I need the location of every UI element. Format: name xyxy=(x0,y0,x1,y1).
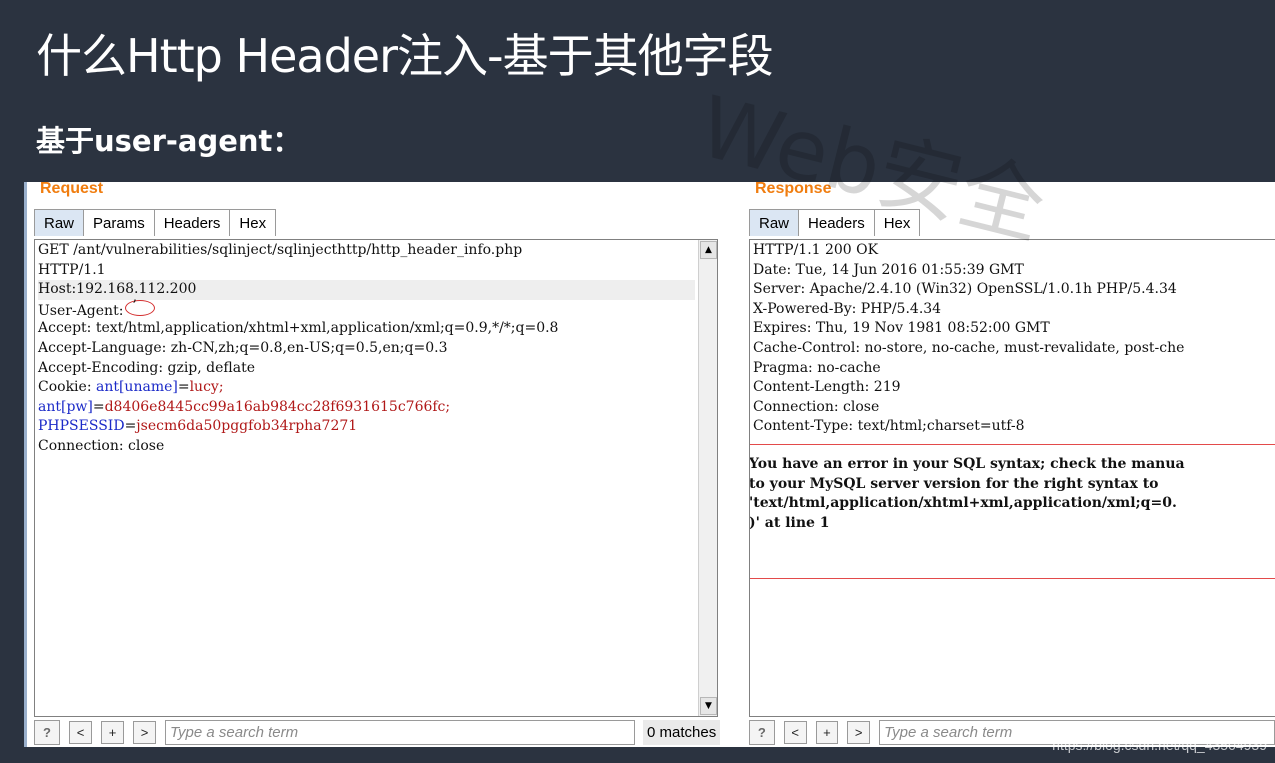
response-line: Content-Length: 219 xyxy=(753,379,901,396)
cookie-eq: = xyxy=(92,398,105,415)
request-pane: Request Raw Params Headers Hex GET /ant/… xyxy=(24,182,727,747)
next-match-button[interactable]: > xyxy=(133,720,156,744)
cookie-eq: = xyxy=(124,418,137,435)
slide-title: 什么Http Header注入-基于其他字段 xyxy=(36,29,774,83)
cookie-value: jsecm6da50pggfob34rpha7271 xyxy=(136,418,358,435)
error-line: 'text/html,application/xhtml+xml,applica… xyxy=(749,495,1177,512)
cookie-name: PHPSESSID xyxy=(38,418,125,435)
response-editor[interactable]: HTTP/1.1 200 OK Date: Tue, 14 Jun 2016 0… xyxy=(749,239,1275,717)
request-editor[interactable]: GET /ant/vulnerabilities/sqlinject/sqlin… xyxy=(34,239,718,717)
error-line: You have an error in your SQL syntax; ch… xyxy=(749,456,1185,472)
prev-match-button[interactable]: < xyxy=(783,720,807,744)
cookie-key: Cookie: xyxy=(38,379,96,396)
user-agent-key: User-Agent: xyxy=(38,302,124,319)
response-line: Connection: close xyxy=(753,398,880,415)
request-tab-headers[interactable]: Headers xyxy=(153,209,231,236)
response-line: X-Powered-By: PHP/5.4.34 xyxy=(753,300,942,317)
footer-url: https://blog.csdn.net/qq_43504939 xyxy=(1052,737,1267,753)
response-line: Expires: Thu, 19 Nov 1981 08:52:00 GMT xyxy=(753,320,1050,337)
request-line-cookie: Cookie: ant[uname]=lucy; xyxy=(38,378,717,398)
response-line: HTTP/1.1 200 OK xyxy=(753,242,879,258)
response-tab-raw[interactable]: Raw xyxy=(749,209,800,236)
request-scrollbar[interactable]: ▲ ▼ xyxy=(698,240,717,716)
response-line: Content-Type: text/html;charset=utf-8 xyxy=(753,418,1025,435)
response-line: Cache-Control: no-store, no-cache, must-… xyxy=(753,339,1185,356)
add-button[interactable]: + xyxy=(815,720,839,744)
request-line-cookie-pw: ant[pw]=d8406e8445cc99a16ab984cc28f69316… xyxy=(38,398,717,418)
response-pane: Response Raw Headers Hex HTTP/1.1 200 OK… xyxy=(742,182,1275,747)
response-line: Pragma: no-cache xyxy=(753,359,881,376)
request-line: Accept-Encoding: gzip, deflate xyxy=(38,359,256,376)
request-line-user-agent: User-Agent: ’ xyxy=(38,297,717,320)
cookie-value: d8406e8445cc99a16ab984cc28f6931615c766fc… xyxy=(104,398,451,415)
request-line: GET /ant/vulnerabilities/sqlinject/sqlin… xyxy=(38,242,523,258)
slide-subtitle: 基于user-agent： xyxy=(36,124,302,158)
response-tabs: Raw Headers Hex xyxy=(749,209,921,236)
request-line: HTTP/1.1 xyxy=(38,261,106,278)
cookie-value: lucy; xyxy=(189,379,224,396)
response-label: Response xyxy=(755,182,832,197)
request-tabs: Raw Params Headers Hex xyxy=(34,209,277,236)
prev-match-button[interactable]: < xyxy=(69,720,92,744)
injection-circle-marker: ’ xyxy=(125,297,156,316)
response-tab-headers[interactable]: Headers xyxy=(798,209,875,236)
request-line-session: PHPSESSID=jsecm6da50pggfob34rpha7271 xyxy=(38,417,717,437)
add-button[interactable]: + xyxy=(101,720,124,744)
request-tab-params[interactable]: Params xyxy=(83,209,155,236)
request-line: Connection: close xyxy=(38,437,165,454)
scroll-down-arrow-icon[interactable]: ▼ xyxy=(700,697,717,715)
burp-viewer: Request Raw Params Headers Hex GET /ant/… xyxy=(24,182,1275,747)
next-match-button[interactable]: > xyxy=(847,720,871,744)
error-line: to your MySQL server version for the rig… xyxy=(749,475,1159,492)
request-line: Accept-Language: zh-CN,zh;q=0.8,en-US;q=… xyxy=(38,339,448,356)
request-tab-hex[interactable]: Hex xyxy=(229,209,277,236)
response-tab-hex[interactable]: Hex xyxy=(873,209,921,236)
response-line: Date: Tue, 14 Jun 2016 01:55:39 GMT xyxy=(753,261,1024,278)
sql-error-message: You have an error in your SQL syntax; ch… xyxy=(749,455,1185,533)
scroll-up-arrow-icon[interactable]: ▲ xyxy=(700,241,717,259)
response-line: Server: Apache/2.4.10 (Win32) OpenSSL/1.… xyxy=(753,281,1177,298)
error-line: )' at line 1 xyxy=(749,514,830,531)
match-count: 0 matches xyxy=(643,719,721,745)
request-search-input[interactable] xyxy=(165,719,635,745)
help-button[interactable]: ? xyxy=(749,719,775,745)
cookie-name: ant[uname] xyxy=(95,379,178,396)
sql-error-highlight-box: You have an error in your SQL syntax; ch… xyxy=(749,444,1275,579)
request-tab-raw[interactable]: Raw xyxy=(34,209,85,236)
request-search-toolbar: ? < + > 0 matches xyxy=(34,717,727,747)
cookie-eq: = xyxy=(177,379,190,396)
injected-quote: ’ xyxy=(132,297,137,314)
request-line: Accept: text/html,application/xhtml+xml,… xyxy=(38,320,559,337)
request-label: Request xyxy=(40,182,104,197)
help-button[interactable]: ? xyxy=(34,719,60,745)
cookie-name: ant[pw] xyxy=(38,398,93,415)
